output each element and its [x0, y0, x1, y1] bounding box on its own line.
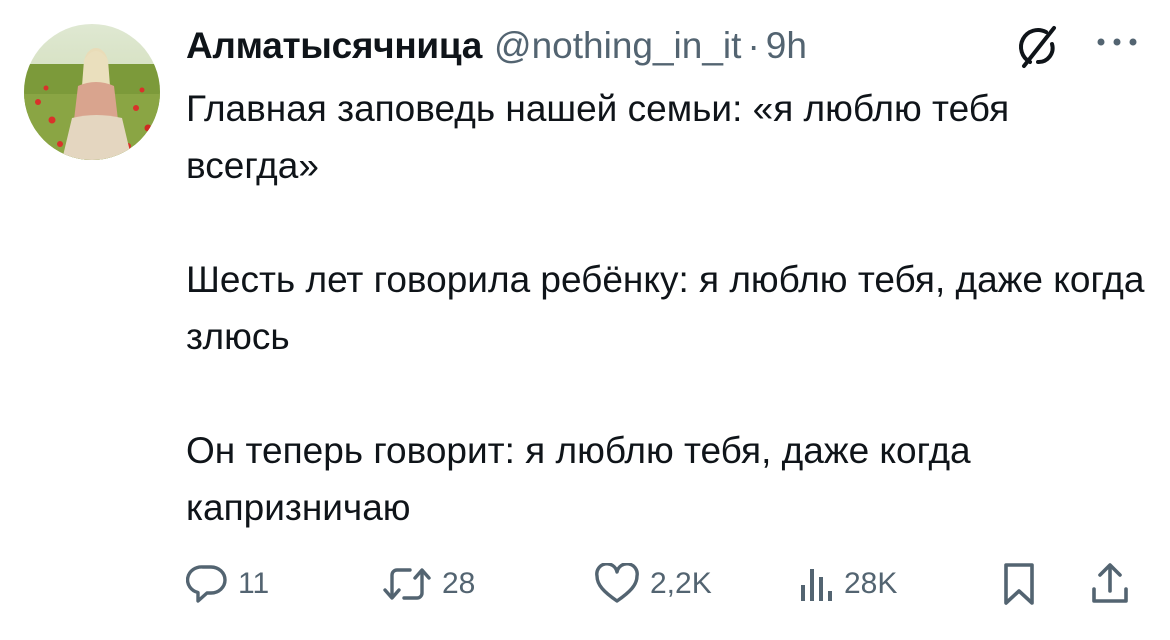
share-button[interactable] — [1090, 554, 1130, 614]
user-handle[interactable]: @nothing_in_it — [494, 25, 741, 67]
repost-button[interactable]: 28 — [382, 554, 475, 614]
heart-icon — [595, 563, 639, 603]
timestamp[interactable]: 9h — [766, 25, 807, 67]
tweet-header: Алматысячница @nothing_in_it · 9h — [186, 20, 807, 72]
tweet-paragraph: Шесть лет говорила ребёнку: я люблю тебя… — [186, 259, 1145, 357]
bookmark-icon — [1004, 563, 1034, 605]
avatar-photo-icon — [24, 24, 160, 160]
views-count: 28K — [844, 567, 898, 600]
like-button[interactable]: 2,2K — [594, 554, 712, 614]
views-icon — [801, 569, 832, 601]
repost-count: 28 — [442, 567, 476, 600]
repost-icon — [383, 568, 431, 600]
action-bar: 11 28 2,2K 28K — [186, 554, 1146, 614]
display-name[interactable]: Алматысячница — [186, 25, 482, 67]
more-icon[interactable] — [1094, 30, 1140, 54]
separator-dot: · — [747, 25, 760, 66]
tweet-text: Главная заповедь нашей семьи: «я люблю т… — [186, 80, 1146, 536]
like-count: 2,2K — [650, 567, 712, 600]
reply-button[interactable]: 11 — [186, 554, 269, 614]
views-button[interactable]: 28K — [798, 554, 897, 614]
avatar[interactable] — [24, 24, 160, 160]
reply-icon — [186, 565, 227, 603]
grok-icon[interactable] — [1010, 22, 1066, 70]
tweet: Алматысячница @nothing_in_it · 9h Главна… — [0, 0, 1170, 640]
tweet-paragraph: Он теперь говорит: я люблю тебя, даже ко… — [186, 430, 971, 528]
bookmark-button[interactable] — [1002, 554, 1036, 614]
reply-count: 11 — [238, 567, 270, 600]
share-icon — [1092, 563, 1128, 603]
tweet-paragraph: Главная заповедь нашей семьи: «я люблю т… — [186, 88, 1010, 186]
